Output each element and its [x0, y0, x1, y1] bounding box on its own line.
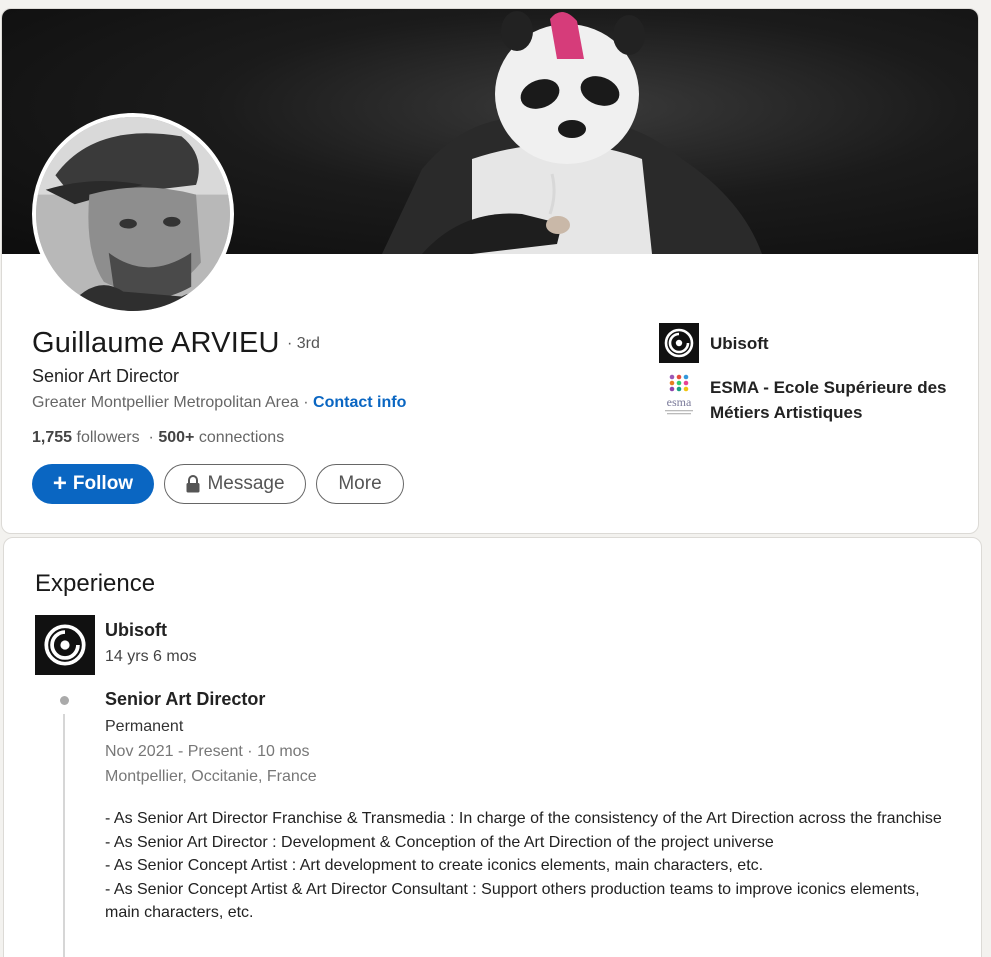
timeline-dot	[60, 696, 69, 705]
more-label: More	[338, 473, 382, 494]
education-name: ESMA - Ecole Supérieure des Métiers Arti…	[710, 378, 947, 422]
message-button[interactable]: Message	[164, 464, 306, 504]
connection-degree: · 3rd	[287, 335, 320, 352]
followers-count: 1,755	[32, 429, 73, 446]
role-description-line: - As Senior Art Director : Development &…	[105, 833, 774, 851]
role-location: Montpellier, Occitanie, France	[105, 768, 317, 785]
role-description-line: - As Senior Concept Artist & Art Directo…	[105, 880, 920, 922]
contact-info-link[interactable]: Contact info	[313, 394, 406, 411]
role-description: - As Senior Art Director Franchise & Tra…	[105, 807, 955, 925]
message-label: Message	[207, 473, 285, 494]
more-button[interactable]: More	[316, 464, 404, 504]
profile-stats: 1,755 followers · 500+ connections	[32, 429, 284, 447]
connections-count[interactable]: 500+	[158, 429, 194, 446]
role-title: Senior Art Director	[105, 689, 266, 709]
timeline-line	[63, 714, 65, 957]
experience-section: Experience Ubisoft 14 yrs 6 mos Senior A…	[3, 537, 982, 957]
role-employment-type: Permanent	[105, 718, 184, 735]
stats-separator: ·	[148, 429, 154, 446]
current-company-name: Ubisoft	[710, 334, 769, 353]
avatar-photo	[36, 117, 230, 311]
profile-name: Guillaume ARVIEU	[32, 327, 280, 359]
esma-logo-icon: esma	[659, 373, 699, 421]
profile-avatar[interactable]	[32, 113, 234, 315]
current-company-link[interactable]: Ubisoft	[659, 323, 769, 363]
follow-label: Follow	[72, 473, 134, 494]
experience-section-title: Experience	[35, 570, 156, 597]
role-description-line: - As Senior Concept Artist : Art develop…	[105, 857, 764, 874]
follow-button[interactable]: + Follow	[32, 464, 154, 504]
ubisoft-company-logo-icon[interactable]	[35, 615, 95, 675]
plus-icon: +	[52, 470, 67, 497]
role-description-line: - As Senior Art Director Franchise & Tra…	[105, 810, 942, 827]
followers-label: followers	[76, 429, 140, 446]
experience-total-duration: 14 yrs 6 mos	[105, 648, 197, 665]
profile-top-card: Guillaume ARVIEU · 3rd Senior Art Direct…	[1, 8, 979, 534]
connections-label[interactable]: connections	[199, 429, 284, 446]
role-dates: Nov 2021 - Present · 10 mos	[105, 743, 310, 760]
ubisoft-logo-icon	[659, 323, 699, 363]
lock-icon	[185, 475, 201, 493]
experience-company-name[interactable]: Ubisoft	[105, 620, 167, 641]
location-text: Greater Montpellier Metropolitan Area ·	[32, 394, 309, 411]
education-link[interactable]: esma ESMA - Ecole Supérieure des Métiers…	[659, 373, 950, 425]
profile-headline: Senior Art Director	[32, 366, 180, 386]
esma-logo-text: esma	[667, 395, 692, 409]
profile-location: Greater Montpellier Metropolitan Area · …	[32, 394, 406, 412]
